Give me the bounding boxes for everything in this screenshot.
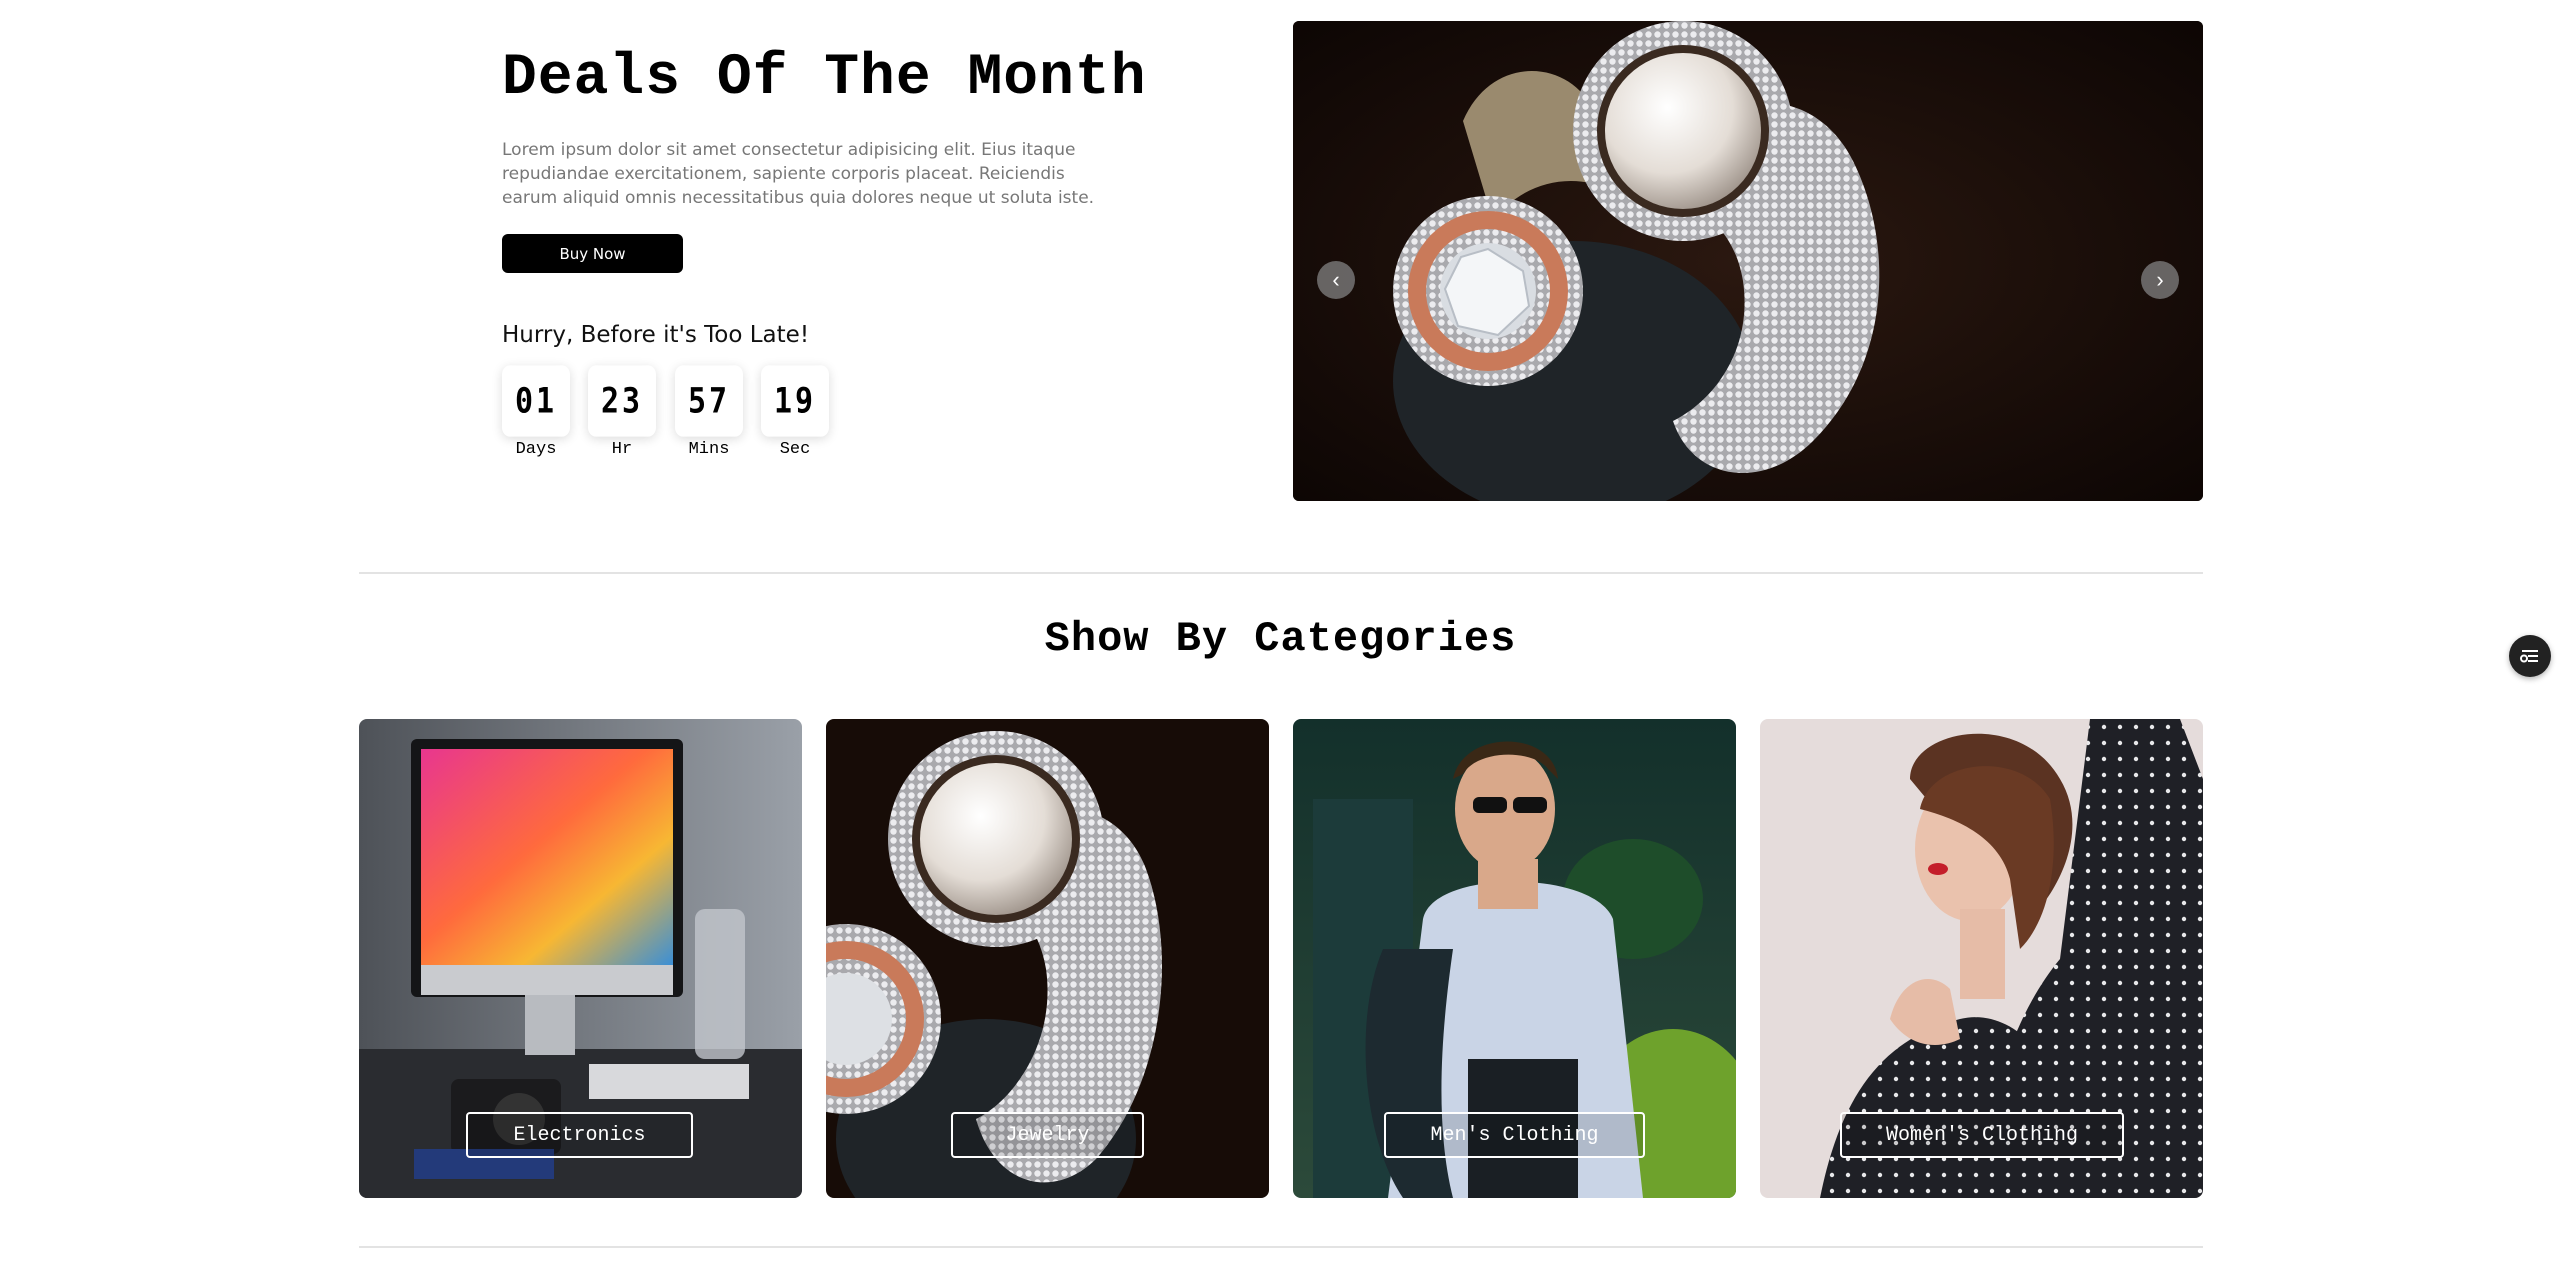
category-label-womens-clothing: Women's Clothing [1840, 1112, 2124, 1158]
countdown-days-label: Days [515, 440, 557, 459]
category-card-womens-clothing[interactable]: Women's Clothing [1760, 719, 2203, 1198]
countdown-minutes-value: 57 [675, 365, 743, 437]
chevron-left-icon: ‹ [1332, 267, 1340, 292]
carousel-prev-button[interactable]: ‹ [1317, 261, 1355, 299]
hurry-text: Hurry, Before it's Too Late! [502, 322, 810, 348]
categories-title: Show By Categories [1044, 615, 1517, 663]
carousel-next-button[interactable]: › [2141, 261, 2179, 299]
category-label-jewelry: Jewelry [951, 1112, 1144, 1158]
countdown-seconds-label: Sec [779, 440, 811, 459]
countdown-seconds-value: 19 [761, 365, 829, 437]
filter-settings-icon [2520, 650, 2538, 663]
section-divider [359, 572, 2203, 574]
section-divider-bottom [359, 1246, 2203, 1248]
floating-settings-button[interactable] [2509, 635, 2551, 677]
jewelry-ring-image [1293, 21, 2203, 501]
countdown-minutes-label: Mins [688, 440, 730, 459]
countdown-hours-label: Hr [611, 440, 633, 459]
category-card-electronics[interactable]: Electronics [359, 719, 802, 1198]
category-card-jewelry[interactable]: Jewelry [826, 719, 1269, 1198]
category-card-mens-clothing[interactable]: Men's Clothing [1293, 719, 1736, 1198]
chevron-right-icon: › [2156, 267, 2164, 292]
deal-title: Deals Of The Month [502, 46, 1147, 111]
countdown-hours-value: 23 [588, 365, 656, 437]
countdown-days-value: 01 [502, 365, 570, 437]
category-label-mens-clothing: Men's Clothing [1384, 1112, 1645, 1158]
category-label-electronics: Electronics [466, 1112, 693, 1158]
buy-now-button[interactable]: Buy Now [502, 234, 683, 273]
deal-description: Lorem ipsum dolor sit amet consectetur a… [502, 140, 1095, 208]
hero-carousel: ‹ › [1293, 21, 2203, 501]
